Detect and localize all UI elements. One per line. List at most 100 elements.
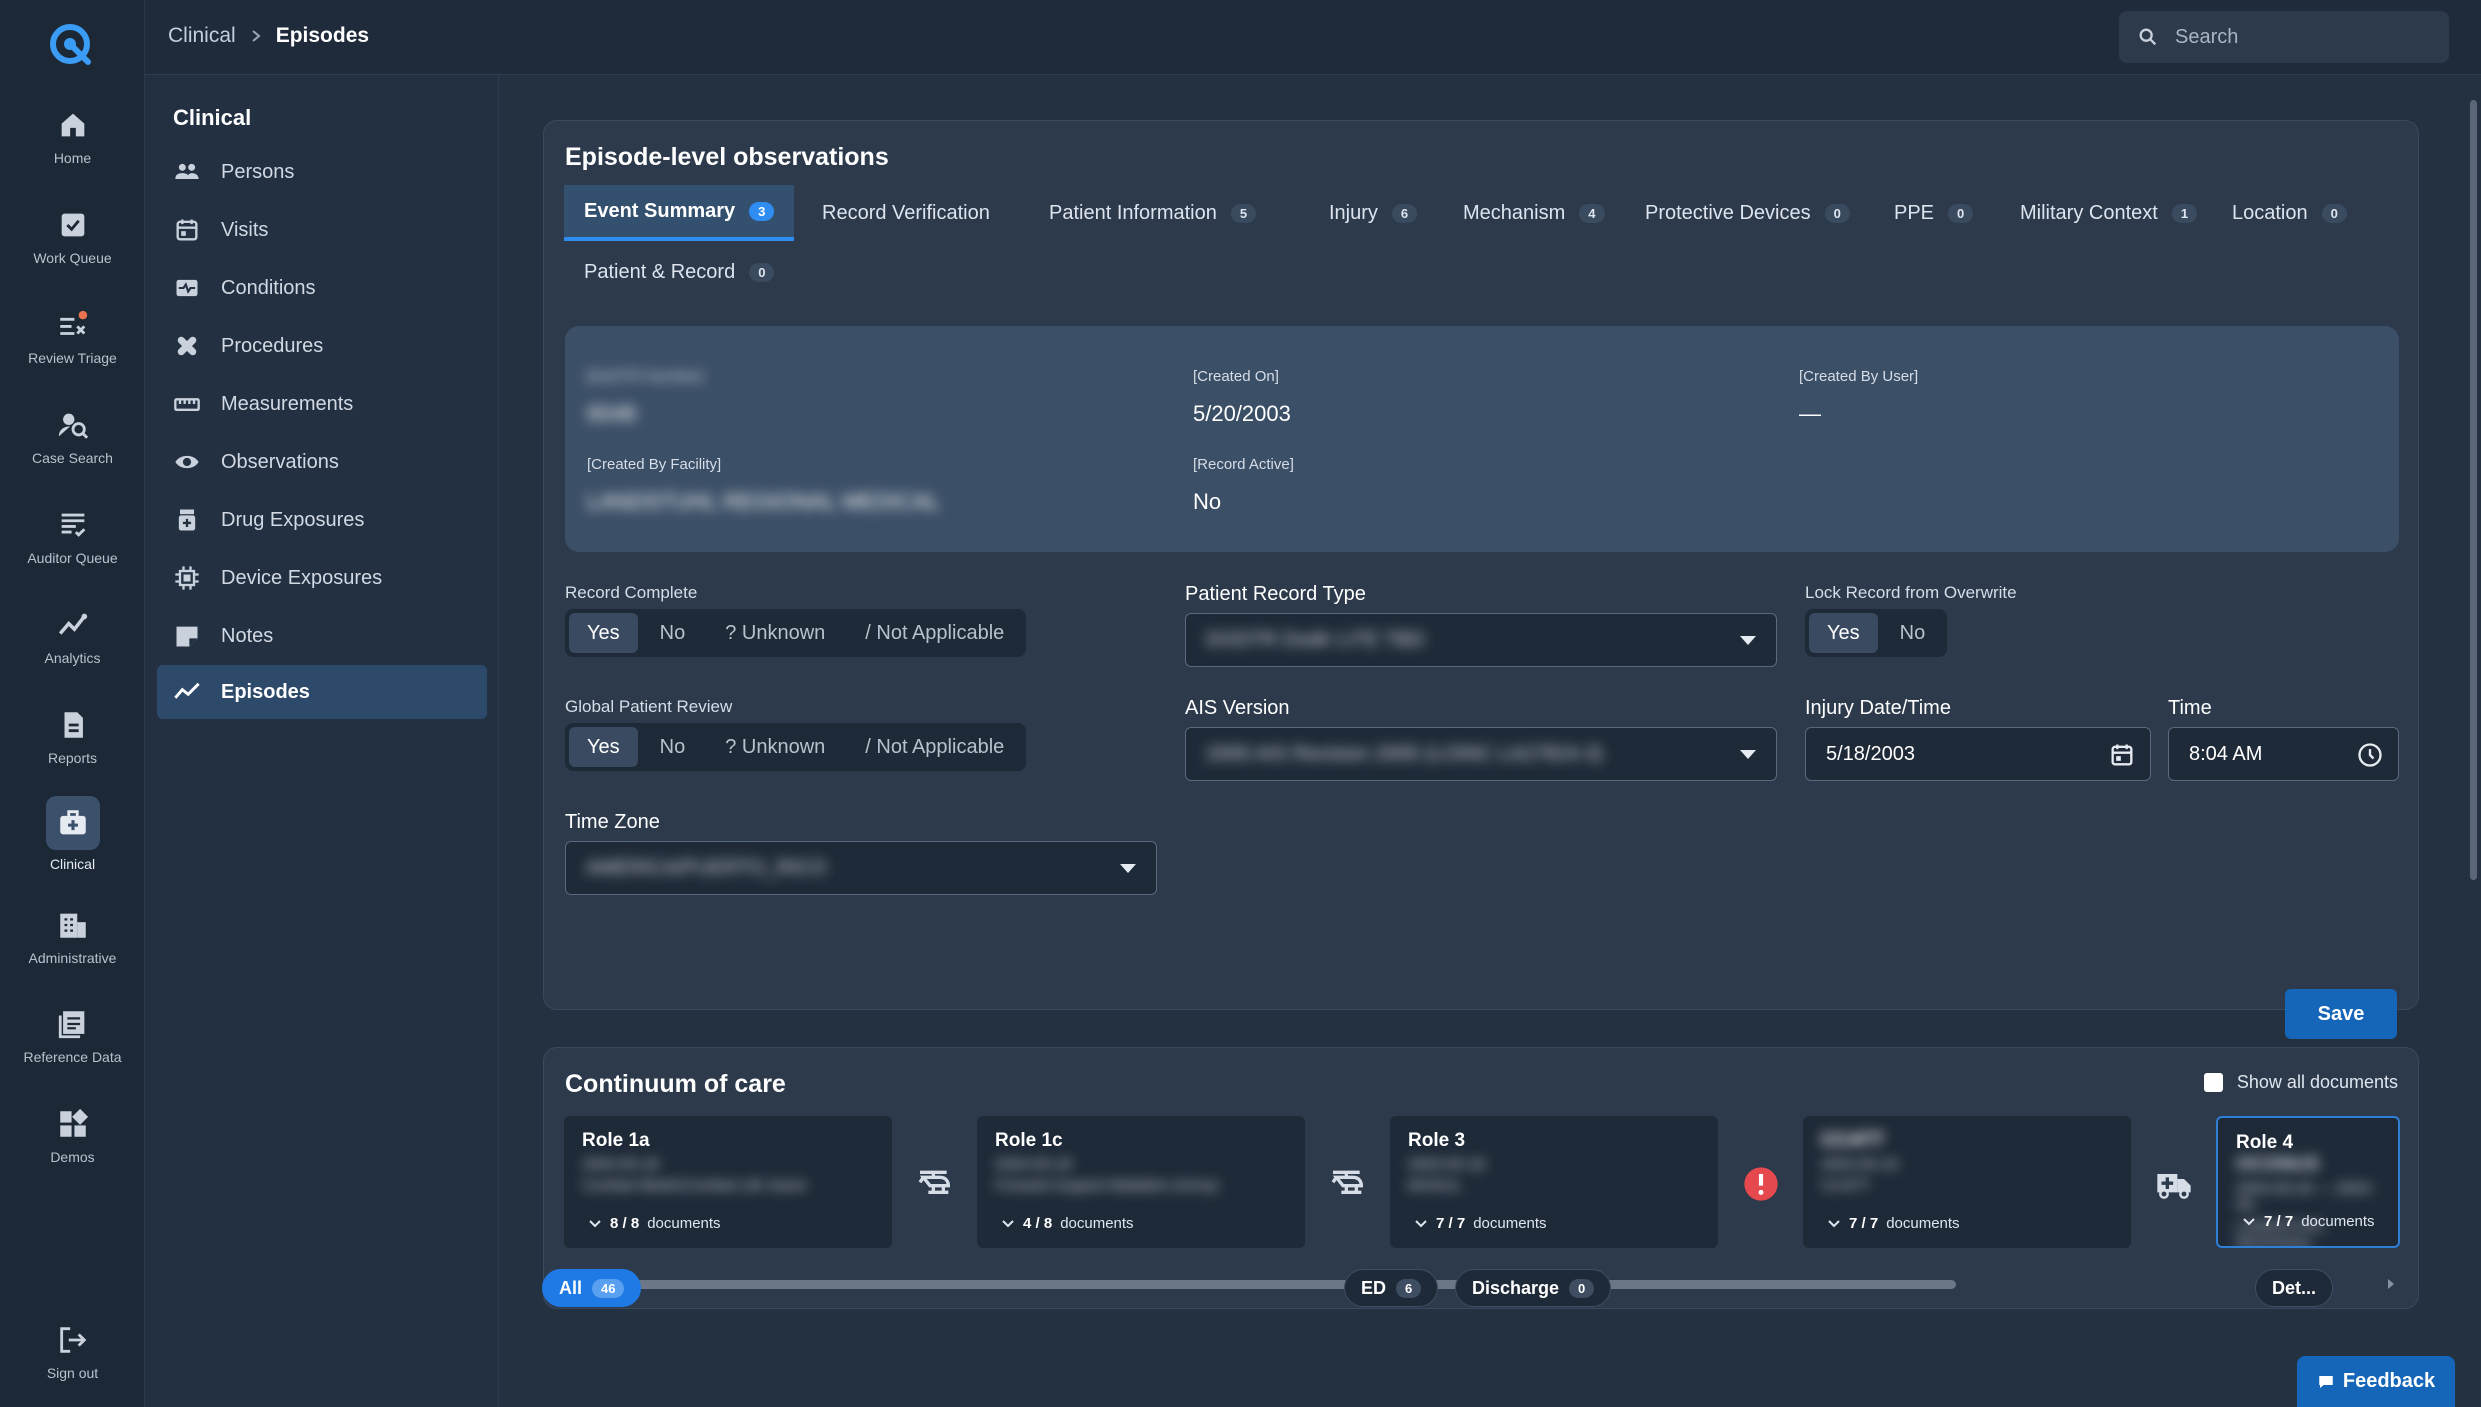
sidenav-item-visits[interactable]: Visits	[157, 203, 487, 257]
role-card-role-3[interactable]: Role 3 2003-05-18 MOSUL 7 / 7 documents	[1390, 1116, 1718, 1248]
search-placeholder: Search	[2175, 25, 2239, 48]
rail-item-administrative[interactable]: Administrative	[0, 908, 145, 998]
rail-item-clinical[interactable]: Clinical	[0, 796, 145, 886]
option-no[interactable]: No	[642, 727, 704, 767]
tab-patient-information[interactable]: Patient Information 5	[1029, 185, 1276, 241]
sign-out-icon	[59, 1327, 86, 1353]
patient-record-type-select[interactable]: DODTR Dodtr LITE TBD	[1185, 613, 1777, 667]
breadcrumb-parent[interactable]: Clinical	[168, 24, 236, 48]
app-logo-icon[interactable]	[44, 18, 96, 70]
sidenav-heading: Clinical	[173, 105, 252, 130]
role-card-ccatt[interactable]: CCATT 2003-05-19 CCATT 7 / 7 documents	[1803, 1116, 2131, 1248]
role-documents[interactable]: 4 / 8 documents	[1001, 1215, 1134, 1232]
rail-item-home[interactable]: Home	[0, 108, 145, 198]
option-yes[interactable]: Yes	[569, 727, 638, 767]
sidenav-item-conditions[interactable]: Conditions	[157, 261, 487, 315]
main-content: Episode-level observations Event Summary…	[499, 75, 2465, 1407]
tab-mechanism[interactable]: Mechanism 4	[1443, 185, 1625, 241]
filter-det[interactable]: Det...	[2255, 1269, 2334, 1307]
rail-item-reference-data[interactable]: Reference Data	[0, 1007, 145, 1097]
ais-version-select[interactable]: 2005 AIS Revision 2005 (LOINC LA27824-3)	[1185, 727, 1777, 781]
option-no[interactable]: No	[642, 613, 704, 653]
role-documents[interactable]: 7 / 7 documents	[1827, 1215, 1960, 1232]
sidenav-item-procedures[interactable]: Procedures	[157, 319, 487, 373]
caret-down-icon	[1120, 864, 1136, 873]
chevron-down-icon	[1828, 1219, 1840, 1227]
sidenav-item-observations[interactable]: Observations	[157, 435, 487, 489]
scroll-right-icon[interactable]	[2386, 1278, 2396, 1290]
info-label: [Record Active]	[1193, 456, 1294, 473]
sidenav-item-measurements[interactable]: Measurements	[157, 377, 487, 431]
rail-item-demos[interactable]: Demos	[0, 1107, 145, 1197]
sidenav-item-notes[interactable]: Notes	[157, 609, 487, 663]
role-documents[interactable]: 8 / 8 documents	[588, 1215, 721, 1232]
rail-item-review-triage[interactable]: Review Triage	[0, 308, 145, 398]
auditor-queue-icon	[61, 513, 85, 537]
sidenav-label: Device Exposures	[221, 566, 383, 589]
page-scrollbar[interactable]	[2465, 85, 2481, 1407]
chevron-down-icon	[2243, 1217, 2255, 1225]
option-not-applicable[interactable]: / Not Applicable	[847, 727, 1022, 767]
sidenav-item-drug-exposures[interactable]: Drug Exposures	[157, 493, 487, 547]
rail-item-auditor-queue[interactable]: Auditor Queue	[0, 508, 145, 598]
helicopter-icon	[918, 1170, 951, 1194]
injury-date-input[interactable]: 5/18/2003	[1805, 727, 2151, 781]
tab-location[interactable]: Location 0	[2212, 185, 2367, 241]
tab-injury[interactable]: Injury 6	[1309, 185, 1437, 241]
role-documents[interactable]: 7 / 7 documents	[2242, 1213, 2375, 1230]
tab-ppe[interactable]: PPE 0	[1874, 185, 1993, 241]
sidenav-item-episodes[interactable]: Episodes	[157, 665, 487, 719]
time-label: Time	[2168, 697, 2212, 719]
tab-event-summary[interactable]: Event Summary 3	[564, 185, 795, 241]
role-card-role-1c[interactable]: Role 1c 2003-05-18 Forward Support Batta…	[977, 1116, 1305, 1248]
sign-out-button[interactable]: Sign out	[0, 1323, 145, 1407]
time-zone-select[interactable]: AMERICA/PUERTO_RICO	[565, 841, 1157, 895]
scrollbar-thumb[interactable]	[586, 1280, 1956, 1289]
feedback-button[interactable]: Feedback	[2297, 1356, 2455, 1407]
sidenav-item-device-exposures[interactable]: Device Exposures	[157, 551, 487, 605]
info-value: 5/20/2003	[1193, 401, 1291, 426]
input-value: 8:04 AM	[2189, 742, 2263, 765]
time-input[interactable]: 8:04 AM	[2168, 727, 2399, 781]
tab-label: Injury	[1329, 201, 1378, 224]
tab-military-context[interactable]: Military Context 1	[2000, 185, 2217, 241]
show-all-documents-toggle[interactable]: Show all documents	[2203, 1072, 2398, 1093]
role-unit: Combat Medic/Combat Life Saver	[582, 1177, 808, 1194]
filter-all[interactable]: All 46	[542, 1269, 642, 1307]
clinical-icon-frame	[45, 796, 100, 850]
calendar-icon[interactable]	[2108, 741, 2136, 769]
option-no[interactable]: No	[1882, 613, 1944, 653]
analytics-icon	[58, 613, 87, 635]
role-documents[interactable]: 7 / 7 documents	[1414, 1215, 1547, 1232]
record-complete-toggle: Yes No ? Unknown / Not Applicable	[565, 609, 1027, 657]
rail-item-reports[interactable]: Reports	[0, 708, 145, 798]
save-button[interactable]: Save	[2285, 989, 2397, 1039]
clock-icon[interactable]	[2356, 741, 2384, 769]
filter-ed[interactable]: ED 6	[1344, 1269, 1439, 1307]
search-input[interactable]: Search	[2119, 11, 2449, 63]
option-not-applicable[interactable]: / Not Applicable	[847, 613, 1022, 653]
tab-patient-and-record[interactable]: Patient & Record 0	[564, 244, 794, 300]
tab-count: 0	[749, 262, 775, 282]
option-unknown[interactable]: ? Unknown	[707, 727, 843, 767]
tab-protective-devices[interactable]: Protective Devices 0	[1625, 185, 1870, 241]
option-yes[interactable]: Yes	[569, 613, 638, 653]
show-all-label: Show all documents	[2236, 1072, 2398, 1092]
option-unknown[interactable]: ? Unknown	[707, 613, 843, 653]
role-card-role-1a[interactable]: Role 1a 2003-05-18 Combat Medic/Combat L…	[564, 1116, 892, 1248]
rail-item-analytics[interactable]: Analytics	[0, 608, 145, 698]
option-yes[interactable]: Yes	[1809, 613, 1878, 653]
role-card-role-4[interactable]: Role 4 OCONUS 2003-05-20 — 2003-05- LAND…	[2216, 1116, 2400, 1248]
tab-count: 0	[2321, 203, 2347, 223]
checkbox[interactable]	[2203, 1073, 2223, 1092]
sidenav-item-persons[interactable]: Persons	[157, 145, 487, 199]
rail-item-work-queue[interactable]: Work Queue	[0, 208, 145, 298]
tab-label: Military Context	[2020, 201, 2158, 224]
demos-icon	[59, 1108, 88, 1137]
rail-item-case-search[interactable]: Case Search	[0, 408, 145, 498]
filter-discharge[interactable]: Discharge 0	[1455, 1269, 1612, 1307]
tab-record-verification[interactable]: Record Verification	[802, 185, 1010, 241]
page-scrollbar-thumb[interactable]	[2470, 100, 2477, 880]
sidenav-label: Notes	[221, 624, 274, 647]
filter-label: All	[559, 1277, 583, 1298]
